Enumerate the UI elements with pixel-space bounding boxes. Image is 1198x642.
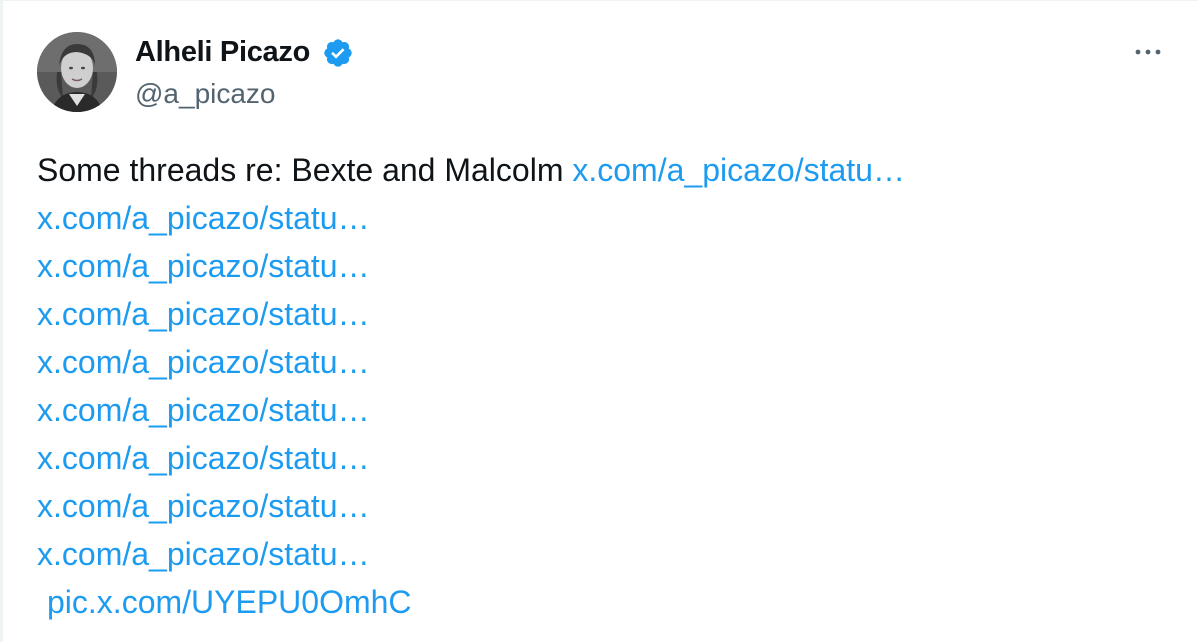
author-name[interactable]: Alheli Picazo	[135, 36, 310, 69]
tweet-text-line: x.com/a_picazo/statu…	[37, 242, 905, 290]
status-link[interactable]: x.com/a_picazo/statu…	[37, 200, 370, 236]
more-options-button[interactable]	[1128, 34, 1168, 70]
status-link[interactable]: x.com/a_picazo/statu…	[37, 440, 370, 476]
card-left-border	[0, 0, 3, 642]
status-link[interactable]: x.com/a_picazo/statu…	[572, 152, 905, 188]
status-link[interactable]: x.com/a_picazo/statu…	[37, 488, 370, 524]
verified-badge-icon	[322, 37, 354, 69]
tweet-text-line: x.com/a_picazo/statu…	[37, 194, 905, 242]
tweet-intro-text: Some threads re: Bexte and Malcolm	[37, 152, 573, 188]
tweet-text-line: x.com/a_picazo/statu…	[37, 386, 905, 434]
status-link[interactable]: x.com/a_picazo/statu…	[37, 248, 370, 284]
tweet-text-line: pic.x.com/UYEPU0OmhC	[37, 578, 905, 626]
tweet-text-line: x.com/a_picazo/statu…	[37, 290, 905, 338]
pic-link[interactable]: pic.x.com/UYEPU0OmhC	[47, 584, 412, 620]
avatar[interactable]	[37, 32, 117, 112]
tweet-text-line: x.com/a_picazo/statu…	[37, 482, 905, 530]
avatar-photo	[37, 32, 117, 112]
tweet-text-line: x.com/a_picazo/statu…	[37, 530, 905, 578]
tweet-text-line: Some threads re: Bexte and Malcolm x.com…	[37, 146, 905, 194]
status-link[interactable]: x.com/a_picazo/statu…	[37, 296, 370, 332]
card-top-border	[0, 0, 1198, 1]
tweet-text: Some threads re: Bexte and Malcolm x.com…	[37, 146, 905, 626]
author-handle[interactable]: @a_picazo	[135, 78, 276, 110]
more-horizontal-icon	[1135, 49, 1161, 55]
status-link[interactable]: x.com/a_picazo/statu…	[37, 392, 370, 428]
status-link[interactable]: x.com/a_picazo/statu…	[37, 344, 370, 380]
tweet-text-line: x.com/a_picazo/statu…	[37, 338, 905, 386]
status-link[interactable]: x.com/a_picazo/statu…	[37, 536, 370, 572]
tweet-text-line: x.com/a_picazo/statu…	[37, 434, 905, 482]
tweet-card: Alheli Picazo @a_picazo Some threads re:…	[0, 0, 1198, 642]
